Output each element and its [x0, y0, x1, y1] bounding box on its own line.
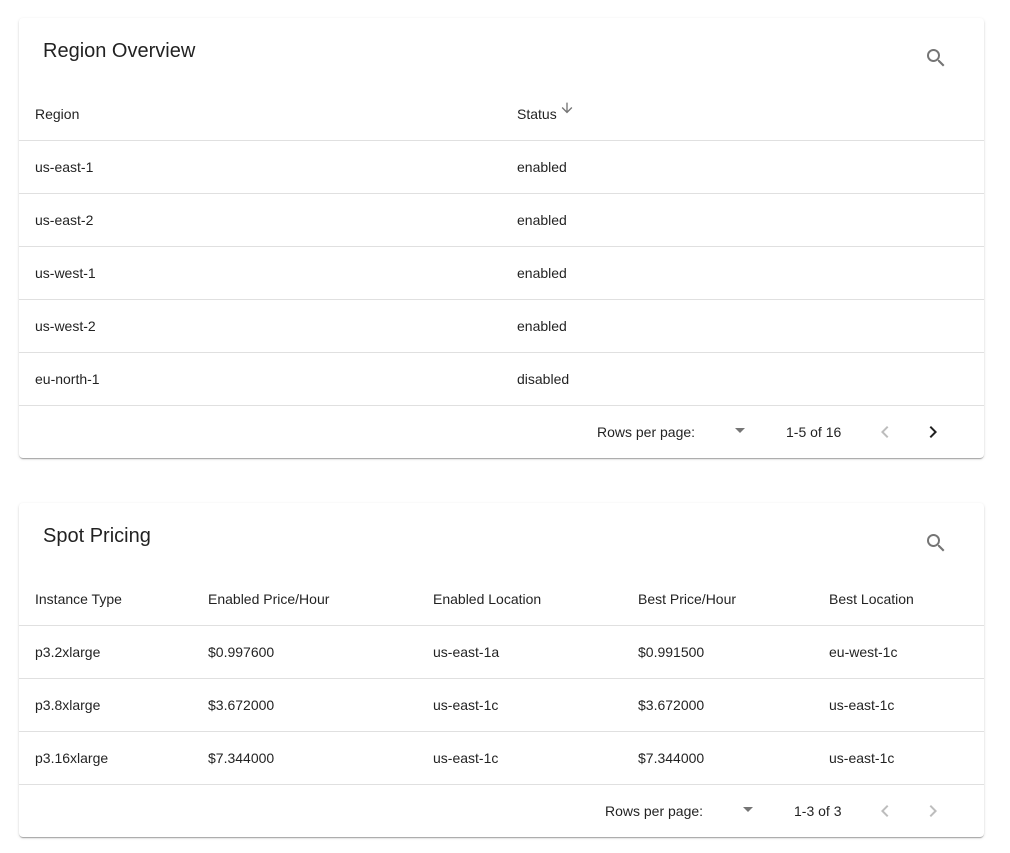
spot-pricing-title: Spot Pricing	[43, 525, 151, 547]
table-row[interactable]: p3.16xlarge $7.344000 us-east-1c $7.3440…	[19, 731, 984, 785]
column-label: Enabled Location	[433, 591, 542, 607]
spot-search-button[interactable]	[924, 531, 948, 555]
column-label: Best Location	[829, 591, 914, 607]
rows-per-page-label: Rows per page:	[597, 424, 696, 440]
best-location-cell: us-east-1c	[813, 731, 984, 785]
best-price-cell: $7.344000	[622, 731, 813, 785]
column-header-region[interactable]: Region	[19, 88, 501, 141]
pagination-range: 1-3 of 3	[794, 803, 842, 819]
spot-pricing-pagination: Rows per page: 1-3 of 3	[19, 785, 984, 837]
next-page-button[interactable]	[921, 799, 945, 823]
spot-pricing-card: Spot Pricing Instance Type Enabled Price…	[19, 503, 984, 837]
column-header-status[interactable]: Status	[501, 88, 984, 141]
previous-page-button[interactable]	[873, 420, 897, 444]
region-cell: us-east-2	[19, 193, 501, 247]
chevron-right-icon	[929, 426, 937, 438]
search-icon	[927, 49, 945, 67]
instance-type-cell: p3.16xlarge	[19, 731, 192, 785]
region-overview-card: Region Overview Region Status us-east-1 e…	[19, 18, 984, 458]
rows-per-page-select[interactable]	[729, 422, 753, 442]
table-row[interactable]: us-east-2 enabled	[19, 193, 984, 247]
column-label: Best Price/Hour	[638, 591, 737, 607]
instance-type-cell: p3.8xlarge	[19, 678, 192, 732]
region-cell: eu-north-1	[19, 352, 501, 406]
chevron-left-icon	[881, 426, 889, 438]
table-row[interactable]: p3.2xlarge $0.997600 us-east-1a $0.99150…	[19, 625, 984, 679]
rows-per-page-label: Rows per page:	[605, 803, 704, 819]
best-location-cell: us-east-1c	[813, 678, 984, 732]
spot-pricing-table-header: Instance Type Enabled Price/Hour Enabled…	[19, 573, 984, 626]
region-table-header: Region Status	[19, 88, 984, 141]
region-overview-title: Region Overview	[43, 40, 196, 62]
table-row[interactable]: us-west-1 enabled	[19, 246, 984, 300]
enabled-price-cell: $0.997600	[192, 625, 417, 679]
column-header-enabled-price[interactable]: Enabled Price/Hour	[192, 573, 417, 626]
status-cell: disabled	[501, 352, 984, 406]
arrow-down-icon[interactable]	[559, 100, 575, 116]
table-row[interactable]: eu-north-1 disabled	[19, 352, 984, 406]
region-table: Region Status us-east-1 enabled us-east-2…	[19, 88, 984, 406]
enabled-location-cell: us-east-1c	[417, 678, 622, 732]
region-cell: us-west-1	[19, 246, 501, 300]
column-label: Instance Type	[35, 591, 122, 607]
column-header-enabled-location[interactable]: Enabled Location	[417, 573, 622, 626]
rows-per-page-select[interactable]	[737, 801, 761, 821]
table-row[interactable]: us-west-2 enabled	[19, 299, 984, 353]
status-cell: enabled	[501, 193, 984, 247]
region-pagination: Rows per page: 1-5 of 16	[19, 406, 984, 458]
instance-type-cell: p3.2xlarge	[19, 625, 192, 679]
chevron-right-icon	[929, 805, 937, 817]
status-cell: enabled	[501, 299, 984, 353]
region-cell: us-east-1	[19, 140, 501, 194]
next-page-button[interactable]	[921, 420, 945, 444]
column-label: Region	[35, 106, 80, 122]
region-cell: us-west-2	[19, 299, 501, 353]
status-cell: enabled	[501, 140, 984, 194]
table-row[interactable]: us-east-1 enabled	[19, 140, 984, 194]
pagination-range: 1-5 of 16	[786, 424, 842, 440]
column-header-best-price[interactable]: Best Price/Hour	[622, 573, 813, 626]
enabled-price-cell: $3.672000	[192, 678, 417, 732]
column-header-instance-type[interactable]: Instance Type	[19, 573, 192, 626]
column-header-best-location[interactable]: Best Location	[813, 573, 984, 626]
region-search-button[interactable]	[924, 46, 948, 70]
spot-pricing-toolbar: Spot Pricing	[19, 503, 984, 573]
best-price-cell: $3.672000	[622, 678, 813, 732]
region-overview-toolbar: Region Overview	[19, 18, 984, 88]
table-row[interactable]: p3.8xlarge $3.672000 us-east-1c $3.67200…	[19, 678, 984, 732]
enabled-location-cell: us-east-1a	[417, 625, 622, 679]
spot-pricing-table: Instance Type Enabled Price/Hour Enabled…	[19, 573, 984, 785]
column-label: Status	[517, 106, 557, 122]
column-label: Enabled Price/Hour	[208, 591, 330, 607]
status-cell: enabled	[501, 246, 984, 300]
previous-page-button[interactable]	[873, 799, 897, 823]
best-location-cell: eu-west-1c	[813, 625, 984, 679]
best-price-cell: $0.991500	[622, 625, 813, 679]
search-icon	[927, 534, 945, 552]
enabled-price-cell: $7.344000	[192, 731, 417, 785]
enabled-location-cell: us-east-1c	[417, 731, 622, 785]
chevron-left-icon	[881, 805, 889, 817]
